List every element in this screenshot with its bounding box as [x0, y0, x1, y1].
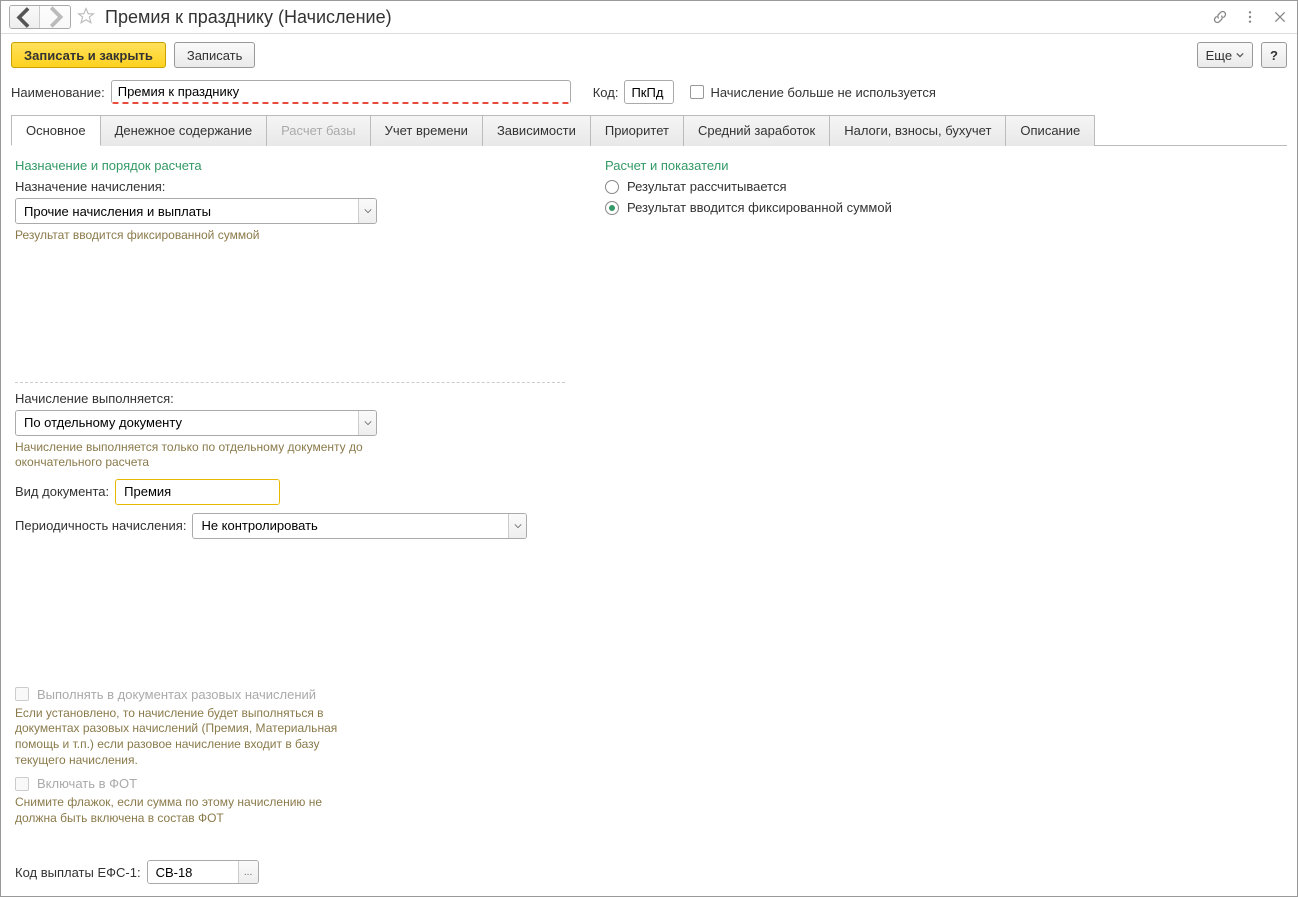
fot-label: Включать в ФОТ: [37, 776, 137, 791]
favorite-star-icon[interactable]: [77, 7, 95, 28]
kebab-menu-icon[interactable]: [1241, 8, 1259, 26]
link-icon[interactable]: [1211, 8, 1229, 26]
nav-forward-button: [40, 6, 70, 28]
tab-time-track[interactable]: Учет времени: [370, 115, 483, 146]
tab-avg-earnings[interactable]: Средний заработок: [683, 115, 830, 146]
purpose-label: Назначение начисления:: [15, 179, 565, 194]
code-input[interactable]: [624, 80, 674, 104]
chevron-down-icon[interactable]: [508, 514, 526, 538]
section-purpose-title: Назначение и порядок расчета: [15, 158, 565, 173]
more-button[interactable]: Еще: [1197, 42, 1253, 68]
tab-bar: Основное Денежное содержание Расчет базы…: [11, 114, 1287, 146]
save-button[interactable]: Записать: [174, 42, 256, 68]
period-label: Периодичность начисления:: [15, 518, 186, 533]
section-calc-title: Расчет и показатели: [605, 158, 892, 173]
doc-select[interactable]: [115, 479, 280, 505]
onetime-checkbox: [15, 687, 29, 701]
radio-fixed[interactable]: [605, 201, 619, 215]
exec-select[interactable]: [15, 410, 377, 436]
purpose-select[interactable]: [15, 198, 377, 224]
tab-taxes[interactable]: Налоги, взносы, бухучет: [829, 115, 1006, 146]
doc-label: Вид документа:: [15, 484, 109, 499]
nav-back-button[interactable]: [10, 6, 40, 28]
tab-base-calc: Расчет базы: [266, 115, 371, 146]
code-label: Код:: [593, 85, 619, 100]
radio-calculated-label: Результат рассчитывается: [627, 179, 787, 194]
fot-hint: Снимите флажок, если сумма по этому начи…: [15, 795, 335, 826]
help-button[interactable]: ?: [1261, 42, 1287, 68]
chevron-down-icon[interactable]: [358, 411, 376, 435]
onetime-hint: Если установлено, то начисление будет вы…: [15, 706, 355, 768]
efs-label: Код выплаты ЕФС-1:: [15, 865, 141, 880]
exec-hint: Начисление выполняется только по отдельн…: [15, 440, 395, 471]
tab-description[interactable]: Описание: [1005, 115, 1095, 146]
tab-money-content[interactable]: Денежное содержание: [100, 115, 267, 146]
efs-input[interactable]: ...: [147, 860, 259, 884]
onetime-label: Выполнять в документах разовых начислени…: [37, 687, 316, 702]
tab-main[interactable]: Основное: [11, 115, 101, 146]
window-title: Премия к празднику (Начисление): [105, 7, 1205, 28]
name-label: Наименование:: [11, 85, 105, 100]
fot-checkbox: [15, 777, 29, 791]
radio-calculated[interactable]: [605, 180, 619, 194]
name-input[interactable]: [111, 80, 571, 104]
radio-fixed-label: Результат вводится фиксированной суммой: [627, 200, 892, 215]
exec-label: Начисление выполняется:: [15, 391, 565, 406]
not-used-checkbox[interactable]: [690, 85, 704, 99]
chevron-down-icon[interactable]: [358, 199, 376, 223]
period-select[interactable]: [192, 513, 527, 539]
tab-dependencies[interactable]: Зависимости: [482, 115, 591, 146]
ellipsis-button[interactable]: ...: [238, 861, 258, 883]
purpose-hint: Результат вводится фиксированной суммой: [15, 228, 565, 244]
close-icon[interactable]: [1271, 8, 1289, 26]
not-used-label: Начисление больше не используется: [710, 85, 935, 100]
save-close-button[interactable]: Записать и закрыть: [11, 42, 166, 68]
tab-priority[interactable]: Приоритет: [590, 115, 684, 146]
